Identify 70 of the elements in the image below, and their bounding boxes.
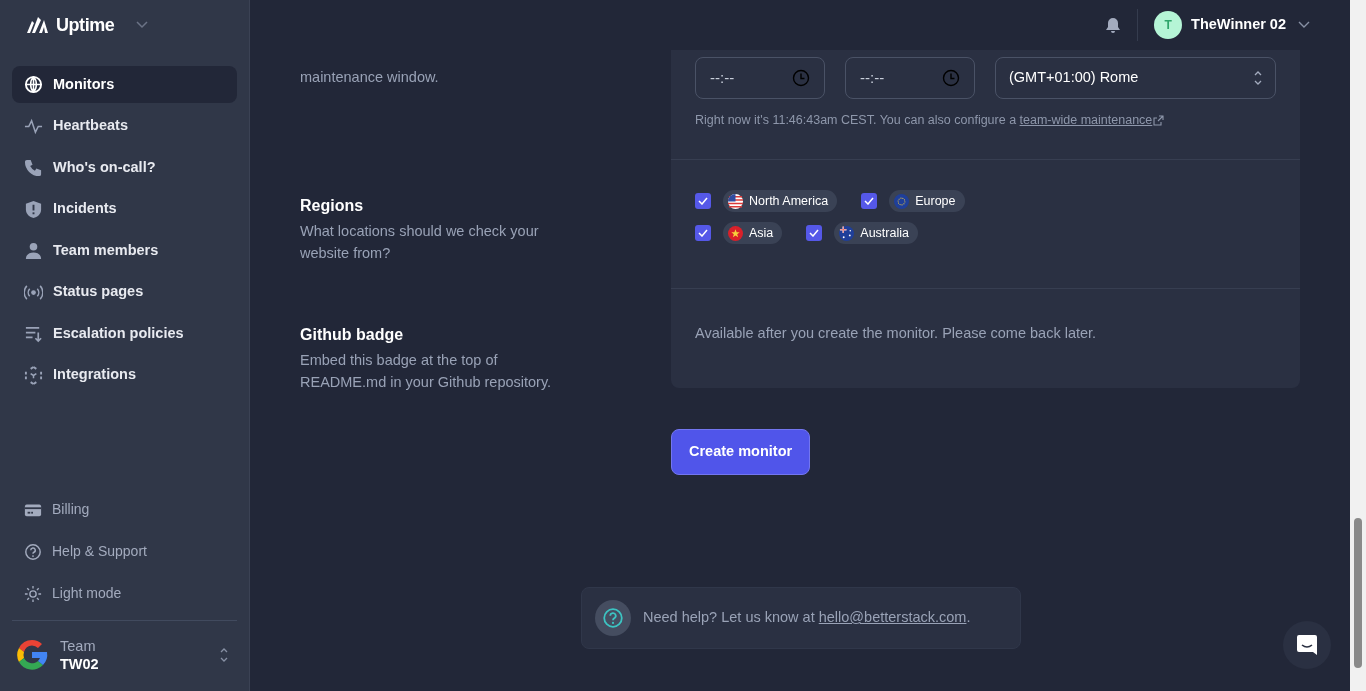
region-chip: North America (723, 190, 838, 212)
logo-icon (27, 17, 48, 33)
sidebar-item[interactable]: Escalation policies (12, 315, 237, 352)
sun-icon (24, 584, 42, 603)
chevron-down-icon (1298, 21, 1310, 29)
region-chip: Australia (834, 222, 918, 244)
checkmark-icon (809, 229, 820, 237)
checkbox[interactable] (695, 225, 711, 241)
clock-icon (792, 69, 810, 87)
flag-icon (728, 193, 743, 209)
region-chip: Asia (723, 222, 783, 244)
checkmark-icon (864, 197, 875, 205)
flag-icon (839, 225, 855, 241)
sidebar-item[interactable]: Monitors (12, 66, 237, 103)
checkbox[interactable] (861, 193, 878, 209)
scrollbar[interactable] (1350, 0, 1366, 691)
time-field[interactable]: --:-- (695, 57, 825, 99)
brand-name: Uptime (56, 13, 115, 37)
chat-icon (1296, 634, 1318, 656)
chevron-up-down-icon[interactable] (219, 646, 229, 664)
shield-icon (24, 199, 43, 219)
create-monitor-button[interactable]: Create monitor (671, 429, 811, 475)
maintenance-note: Right now it's 11:46:43am CEST. You can also configure a team-wide maintenance (695, 111, 1276, 130)
chevron-down-icon[interactable] (136, 21, 149, 29)
checkmark-icon (698, 229, 708, 237)
badge-note: Available after you create the monitor. Please come back later. (695, 324, 1098, 343)
time-field[interactable]: --:-- (845, 57, 975, 99)
checkbox[interactable] (695, 193, 711, 209)
user-name: TheWinner 02 (1191, 15, 1286, 35)
region-chip: Europe (889, 190, 965, 212)
section-description: What locations should we check your website from? (300, 222, 540, 263)
maintenance-link[interactable]: team-wide maintenance (1019, 111, 1165, 130)
chat-button[interactable] (1283, 621, 1331, 669)
sidebar-link[interactable]: Help & Support (12, 533, 237, 570)
sidebar-link[interactable]: Light mode (12, 575, 237, 612)
list-sort-icon (24, 324, 43, 343)
pulse-icon (24, 116, 43, 136)
checkmark-icon (698, 197, 708, 205)
flag-icon (728, 225, 743, 241)
user-avatar: T (1154, 11, 1183, 39)
sidebar-item[interactable]: Integrations (12, 356, 237, 394)
sidebar-item[interactable]: Incidents (12, 190, 237, 228)
user-menu[interactable]: T TheWinner 02 (1154, 11, 1310, 39)
broadcast-icon (24, 282, 43, 302)
section-title: Github badge (300, 325, 405, 345)
phone-icon (24, 158, 43, 177)
section-description: maintenance window. (300, 68, 440, 87)
external-link-icon (1153, 114, 1165, 126)
section-description: Embed this badge at the top of README.md in your Github repository. (300, 351, 553, 392)
sidebar-item[interactable]: Heartbeats (12, 107, 237, 145)
globe-icon (24, 75, 43, 94)
help-text: Need help? Let us know at hello@betterstack.com. (643, 608, 971, 628)
puzzle-icon (24, 365, 43, 385)
team-name: TW02 (60, 655, 99, 674)
sidebar-item[interactable]: Who's on-call? (12, 149, 237, 186)
chevron-up-down-icon (1253, 69, 1263, 87)
flag-icon (894, 193, 910, 209)
checkbox[interactable] (806, 225, 823, 241)
sidebar-item[interactable]: Team members (12, 232, 237, 269)
bell-icon[interactable] (1105, 16, 1122, 34)
email-link[interactable]: hello@betterstack.com (818, 609, 967, 626)
help-icon (24, 542, 42, 561)
timezone-select[interactable]: (GMT+01:00) Rome (995, 57, 1276, 99)
sidebar-link[interactable]: Billing (12, 491, 237, 528)
team-label: Team (60, 636, 97, 655)
section-title: Regions (300, 196, 365, 216)
person-icon (24, 241, 43, 260)
sidebar-item[interactable]: Status pages (12, 273, 237, 311)
help-icon (595, 600, 631, 636)
clock-icon (942, 69, 960, 87)
